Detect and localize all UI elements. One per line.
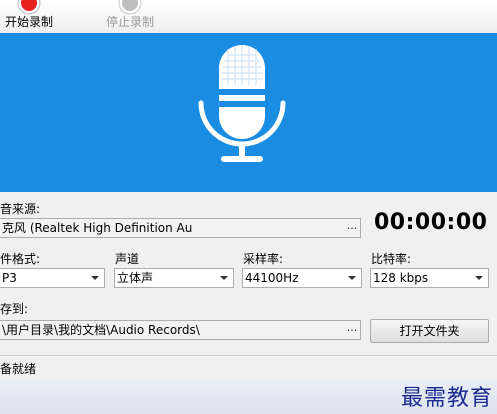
chevron-down-icon — [220, 276, 228, 280]
save-label: 存到: — [0, 302, 29, 316]
chevron-down-icon — [91, 276, 99, 280]
channel-select[interactable]: 立体声 — [114, 268, 234, 288]
bottom-strip: 最需教育 — [0, 379, 497, 414]
audio-source-value: 克风 (Realtek High Definition Au — [2, 221, 193, 235]
stop-recording-label: 停止录制 — [105, 15, 154, 29]
channel-value: 立体声 — [117, 271, 154, 285]
samplerate-select[interactable]: 44100Hz — [242, 268, 362, 288]
samplerate-label: 采样率: — [243, 252, 284, 266]
chevron-down-icon — [348, 276, 356, 280]
source-label: 音来源: — [0, 202, 41, 216]
channel-label: 声道 — [115, 252, 140, 266]
bitrate-select[interactable]: 128 kbps — [370, 268, 489, 288]
save-path-field[interactable]: \用户目录\我的文档\Audio Records\ ... — [0, 320, 361, 340]
samplerate-value: 44100Hz — [245, 271, 299, 285]
timer-display: 00:00:00 — [374, 210, 488, 235]
save-path-value: \用户目录\我的文档\Audio Records\ — [2, 323, 200, 337]
toolbar: 开始录制 停止录制 — [0, 0, 497, 34]
stop-recording-button[interactable]: 停止录制 — [98, 0, 162, 33]
format-select[interactable]: P3 — [0, 268, 105, 288]
save-browse-button[interactable]: ... — [344, 321, 360, 339]
status-bar: 备就绪 — [0, 355, 497, 380]
source-browse-button[interactable]: ... — [344, 219, 360, 237]
audio-source-field[interactable]: 克风 (Realtek High Definition Au ... — [0, 218, 361, 238]
microphone-icon — [198, 45, 286, 162]
settings-panel: 音来源: 克风 (Realtek High Definition Au ... … — [0, 192, 497, 355]
start-recording-button[interactable]: 开始录制 — [0, 0, 58, 33]
bitrate-label: 比特率: — [371, 252, 412, 266]
bitrate-value: 128 kbps — [373, 271, 429, 285]
open-folder-button[interactable]: 打开文件夹 — [370, 319, 489, 343]
banner — [0, 33, 497, 192]
watermark: 最需教育 — [400, 386, 493, 411]
chevron-down-icon — [475, 276, 483, 280]
format-value: P3 — [2, 271, 17, 285]
format-label: 件格式: — [0, 252, 41, 266]
status-text: 备就绪 — [0, 362, 37, 376]
start-recording-label: 开始录制 — [4, 15, 53, 29]
